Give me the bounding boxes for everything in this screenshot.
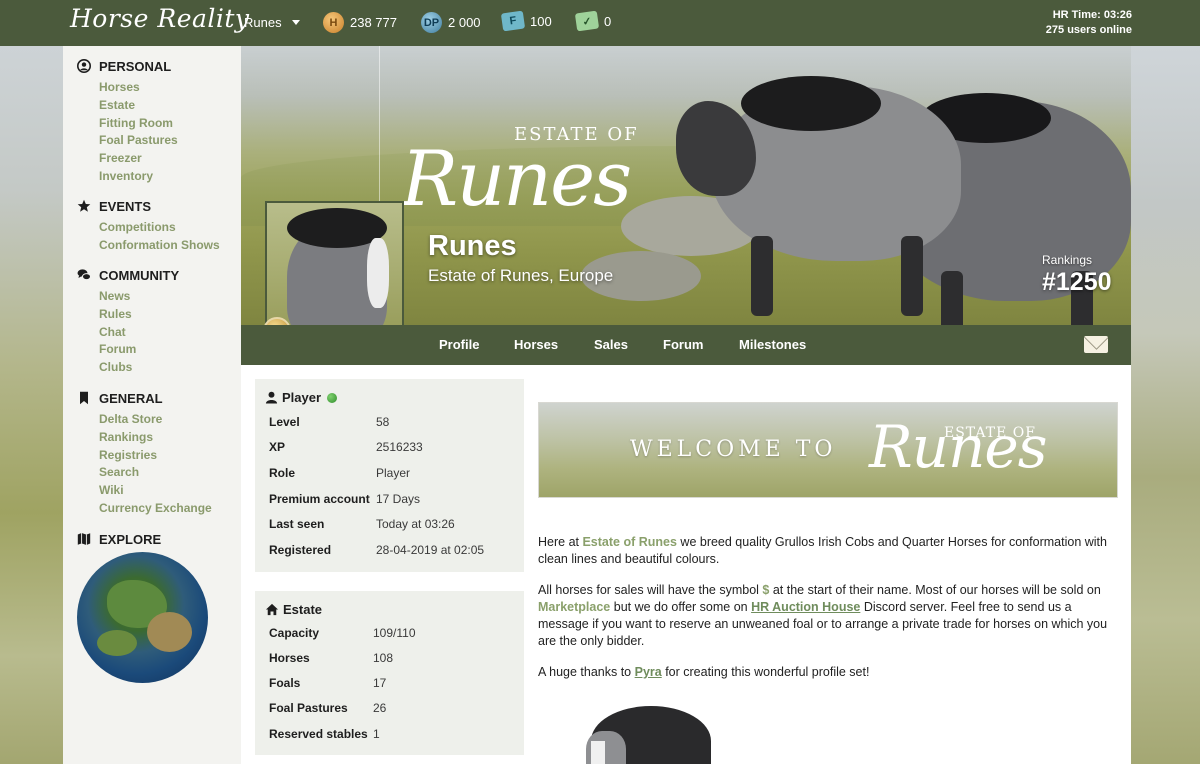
sidebar-item-clubs[interactable]: Clubs [99,359,179,377]
currency-tickets[interactable]: F 100 [500,10,552,32]
tab-profile[interactable]: Profile [439,337,479,352]
sidebar-item-freezer[interactable]: Freezer [99,150,178,168]
coins-value: 238 777 [350,15,397,30]
sidebar-item-rankings[interactable]: Rankings [99,429,212,447]
section-title-general: GENERAL [99,390,163,406]
home-icon [265,603,279,616]
dp-value: 2 000 [448,15,481,30]
users-online[interactable]: 275 users online [1046,23,1132,38]
currency-coins[interactable]: H 238 777 [323,12,397,33]
chat-icon [77,269,91,281]
estate-panel-title: Estate [283,602,323,617]
sidebar-item-horses[interactable]: Horses [99,79,178,97]
sidebar-item-chat[interactable]: Chat [99,324,179,342]
marketplace-link[interactable]: Marketplace [538,600,610,614]
estate-name-highlight: Estate of Runes [582,535,677,549]
section-title-community: COMMUNITY [99,267,180,283]
green-ticket-icon: ✓ [574,10,600,32]
sidebar-item-competitions[interactable]: Competitions [99,219,220,237]
sidebar-item-conformation-shows[interactable]: Conformation Shows [99,237,220,255]
currency-dp[interactable]: DP 2 000 [421,12,481,33]
hr-time: HR Time: 03:26 [1052,9,1132,21]
sidebar-item-news[interactable]: News [99,288,179,306]
estate-panel: Estate Capacity 109/110 Horses 108 Foals 17… [255,591,524,755]
welcome-to-text: WELCOME TO [630,437,837,462]
site-logo[interactable]: Horse Reality [70,4,250,33]
sidebar-item-foal-pastures[interactable]: Foal Pastures [99,132,178,150]
section-title-personal: PERSONAL [99,58,172,74]
green-tickets-value: 0 [604,13,612,29]
player-panel-title: Player [282,390,322,405]
sidebar-section-general: GENERAL Delta Store Rankings Registries … [77,389,212,518]
description-paragraph-1: Here at Estate of Runes we breed quality… [538,535,1107,566]
player-name: Runes [428,230,517,262]
section-title-events: EVENTS [99,198,152,214]
banner-estate-of: ESTATE OF [514,124,639,145]
bookmark-icon [80,391,88,405]
player-panel: Player Level 58 XP 2516233 Role Player Prem… [255,379,524,572]
sidebar: PERSONAL Horses Estate Fitting Room Foal… [63,46,241,764]
sidebar-section-explore: EXPLORE [77,530,161,548]
tab-horses[interactable]: Horses [514,337,558,352]
dp-icon: DP [421,12,442,33]
world-map-globe[interactable] [77,552,208,683]
rankings-value[interactable]: #1250 [1042,268,1112,297]
star-icon [77,199,91,212]
sidebar-item-delta-store[interactable]: Delta Store [99,411,212,429]
welcome-banner: Runes WELCOME TO ESTATE OF [538,402,1118,498]
ticket-icon: F [500,10,526,32]
welcome-script: Runes [869,413,1047,481]
online-status-icon [327,392,338,403]
rankings-label: Rankings [1042,253,1093,267]
account-dropdown[interactable]: Runes [244,15,300,30]
main-content: Runes ESTATE OF Runes Estate of Runes, E… [241,46,1131,764]
sidebar-item-wiki[interactable]: Wiki [99,482,212,500]
banner-horse-left [676,76,961,316]
tab-forum[interactable]: Forum [663,337,703,352]
sidebar-item-forum[interactable]: Forum [99,341,179,359]
user-icon [265,391,278,404]
description-paragraph-3: A huge thanks to Pyra for creating this … [538,665,870,679]
person-icon [77,59,91,73]
tab-sales[interactable]: Sales [594,337,628,352]
sidebar-item-currency-exchange[interactable]: Currency Exchange [99,500,212,518]
coin-icon: H [323,12,344,33]
description-paragraph-2: All horses for sales will have the symbo… [538,583,1108,648]
sidebar-item-search[interactable]: Search [99,464,212,482]
background-right [1131,46,1200,764]
auction-house-link[interactable]: HR Auction House [751,600,860,614]
content-horse-image [581,696,711,764]
pyra-link[interactable]: Pyra [635,665,662,679]
sidebar-item-estate[interactable]: Estate [99,97,178,115]
sidebar-section-community: COMMUNITY News Rules Chat Forum Clubs [77,266,179,377]
profile-banner: Runes ESTATE OF Runes Estate of Runes, E… [241,46,1131,325]
currency-green-tickets[interactable]: ✓ 0 [574,10,612,32]
sidebar-item-registries[interactable]: Registries [99,447,212,465]
tickets-value: 100 [530,13,552,29]
background-left [0,46,64,764]
player-estate-location: Estate of Runes, Europe [428,266,614,285]
sidebar-item-inventory[interactable]: Inventory [99,168,178,186]
profile-tabs: Profile Horses Sales Forum Milestones [241,325,1131,365]
top-bar: Horse Reality Runes H 238 777 DP 2 000 F… [0,0,1200,46]
sidebar-item-rules[interactable]: Rules [99,306,179,324]
welcome-estate-of: ESTATE OF [944,425,1036,441]
server-status: HR Time: 03:26 275 users online [1046,8,1132,38]
tab-milestones[interactable]: Milestones [739,337,806,352]
chevron-down-icon [291,20,300,25]
profile-description: Here at Estate of Runes we breed quality… [538,534,1118,695]
account-name: Runes [244,15,282,30]
sidebar-item-fitting-room[interactable]: Fitting Room [99,115,178,133]
sidebar-section-events: EVENTS Competitions Conformation Shows [77,197,220,255]
mail-icon[interactable] [1084,336,1108,353]
sidebar-section-personal: PERSONAL Horses Estate Fitting Room Foal… [77,57,178,186]
map-icon [77,533,91,545]
section-title-explore: EXPLORE [99,531,162,547]
banner-script-title: Runes [401,134,632,223]
player-avatar [265,201,404,325]
